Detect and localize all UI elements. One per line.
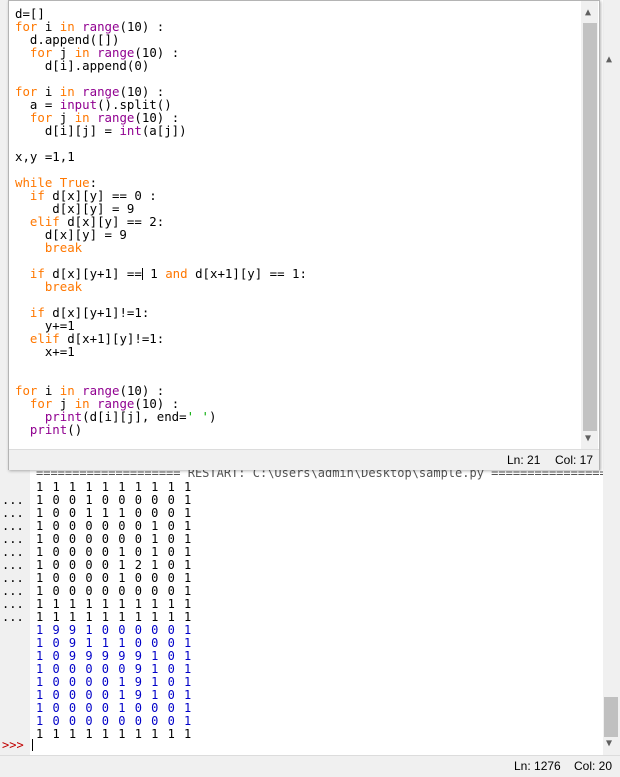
code-token: (10) : bbox=[119, 19, 165, 34]
code-line: break bbox=[15, 241, 82, 254]
shell-vertical-scrollbar[interactable] bbox=[603, 0, 620, 755]
code-token: d[i].append(0) bbox=[15, 58, 150, 73]
code-line: print() bbox=[15, 423, 82, 436]
shell-output-line: 1 1 1 1 1 1 1 1 1 1 bbox=[36, 727, 193, 741]
shell-prompt: >>> bbox=[2, 738, 24, 752]
code-token: x,y =1,1 bbox=[15, 149, 75, 164]
code-token: () bbox=[67, 422, 83, 437]
code-token: d[i][j] = bbox=[15, 123, 120, 138]
code-token: ' ' bbox=[186, 409, 209, 424]
continuation-prompt: ... bbox=[2, 610, 24, 624]
code-token: d[x+1][y] == 1: bbox=[187, 266, 307, 281]
code-token: and bbox=[165, 266, 188, 281]
editor-window: d=[] for i in range(10) : d.append([]) fo… bbox=[8, 0, 600, 470]
editor-scroll-thumb[interactable] bbox=[583, 23, 597, 431]
shell-caret bbox=[32, 739, 33, 751]
code-token: break bbox=[44, 279, 83, 294]
scroll-up-icon[interactable]: ▲ bbox=[606, 54, 612, 65]
code-token: print bbox=[29, 422, 68, 437]
scroll-up-icon[interactable]: ▲ bbox=[585, 7, 591, 18]
code-token: (d[i][j], end= bbox=[82, 409, 187, 424]
code-token: break bbox=[44, 240, 83, 255]
editor-line-number: Ln: 21 bbox=[507, 453, 541, 467]
code-token: 1 bbox=[142, 266, 166, 281]
code-token: x+=1 bbox=[15, 344, 75, 359]
editor-status-bar: Ln: 21 Col: 17 bbox=[9, 449, 599, 470]
shell-status-bar: Ln: 1276 Col: 20 bbox=[0, 755, 620, 777]
code-token: d[x+1][y]!=1: bbox=[59, 331, 165, 346]
code-token: ) bbox=[208, 409, 217, 424]
code-token: (a[j]) bbox=[141, 123, 187, 138]
code-token: int bbox=[119, 123, 142, 138]
editor-text-area[interactable]: d=[] for i in range(10) : d.append([]) fo… bbox=[9, 1, 581, 449]
scroll-down-icon[interactable]: ▼ bbox=[606, 738, 612, 749]
code-line: x+=1 bbox=[15, 345, 75, 358]
scroll-down-icon[interactable]: ▼ bbox=[585, 433, 591, 444]
code-line: break bbox=[15, 280, 82, 293]
editor-column-number: Col: 17 bbox=[555, 453, 594, 467]
code-line: d[i][j] = int(a[j]) bbox=[15, 124, 187, 137]
shell-line-number: Ln: 1276 bbox=[514, 759, 561, 773]
shell-scroll-thumb[interactable] bbox=[604, 697, 618, 737]
code-line: x,y =1,1 bbox=[15, 150, 75, 163]
shell-column-number: Col: 20 bbox=[574, 759, 613, 773]
code-line: d[i].append(0) bbox=[15, 59, 149, 72]
